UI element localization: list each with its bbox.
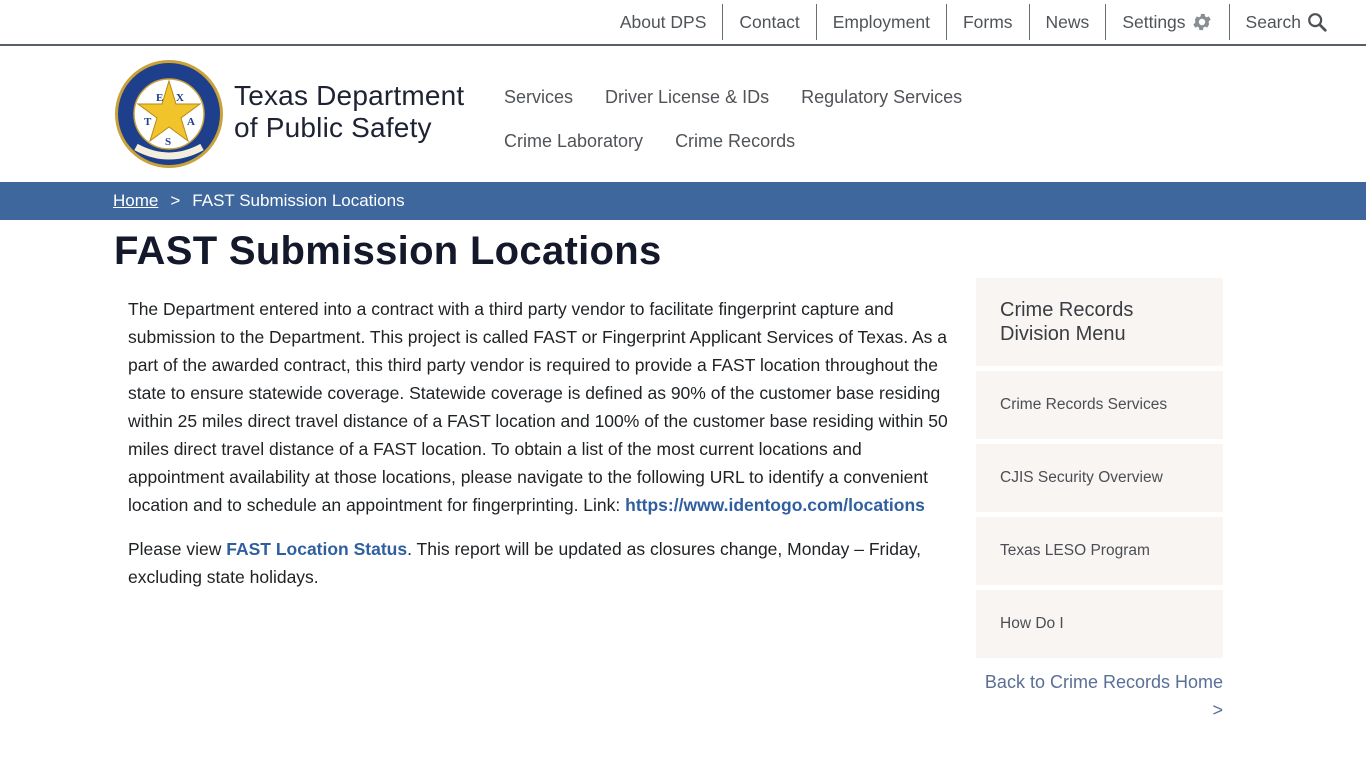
utility-link-forms[interactable]: Forms: [945, 4, 1029, 40]
utility-bar: About DPS Contact Employment Forms News …: [0, 0, 1366, 46]
search-button[interactable]: Search: [1228, 4, 1344, 40]
site-name-line2: of Public Safety: [234, 112, 432, 143]
status-paragraph: Please view FAST Location Status. This r…: [128, 535, 958, 591]
search-icon: [1306, 11, 1328, 33]
seal-letter: E: [156, 92, 163, 104]
intro-text: The Department entered into a contract w…: [128, 299, 948, 515]
breadcrumb-current: FAST Submission Locations: [192, 191, 405, 210]
utility-nav: About DPS Contact Employment Forms News …: [604, 4, 1344, 40]
settings-button[interactable]: Settings: [1105, 4, 1228, 40]
sidebar-item-how-do-i[interactable]: How Do I: [976, 590, 1223, 658]
status-prefix: Please view: [128, 539, 227, 559]
nav-item-services[interactable]: Services: [504, 84, 573, 128]
breadcrumb-home-link[interactable]: Home: [113, 191, 158, 211]
identogo-link[interactable]: https://www.identogo.com/locations: [625, 495, 925, 515]
nav-item-regulatory-services[interactable]: Regulatory Services: [801, 84, 962, 128]
site-name[interactable]: Texas Department of Public Safety: [234, 80, 464, 144]
seal-letter: A: [187, 116, 195, 128]
nav-item-crime-records[interactable]: Crime Records: [675, 128, 795, 172]
sidebar-item-crime-records-services[interactable]: Crime Records Services: [976, 371, 1223, 439]
sidebar-item-cjis-security[interactable]: CJIS Security Overview: [976, 444, 1223, 512]
dps-seal-logo[interactable]: E X T A S: [114, 59, 224, 169]
gear-icon: [1191, 11, 1213, 33]
breadcrumb-separator: >: [170, 191, 181, 210]
intro-paragraph: The Department entered into a contract w…: [128, 295, 958, 519]
division-sidebar: Crime Records Division Menu Crime Record…: [976, 278, 1223, 724]
fast-location-status-link[interactable]: FAST Location Status: [226, 539, 407, 559]
utility-link-news[interactable]: News: [1028, 4, 1106, 40]
utility-link-label: Forms: [962, 11, 1013, 32]
utility-link-label: News: [1045, 11, 1090, 32]
back-to-crime-records-link[interactable]: Back to Crime Records Home >: [976, 668, 1223, 724]
sidebar-item-texas-leso[interactable]: Texas LESO Program: [976, 517, 1223, 585]
main-nav: Services Driver License & IDs Regulatory…: [504, 84, 1164, 172]
seal-letter: S: [165, 136, 171, 148]
site-header: E X T A S Texas Department of Public Saf…: [0, 46, 1366, 182]
settings-label: Settings: [1122, 11, 1186, 32]
nav-item-crime-laboratory[interactable]: Crime Laboratory: [504, 128, 643, 172]
site-name-line1: Texas Department: [234, 80, 465, 111]
utility-link-label: Employment: [832, 11, 930, 32]
utility-link-contact[interactable]: Contact: [722, 4, 815, 40]
utility-link-label: About DPS: [619, 11, 707, 32]
search-label: Search: [1245, 11, 1301, 32]
utility-link-employment[interactable]: Employment: [815, 4, 946, 40]
sidebar-heading: Crime Records Division Menu: [976, 278, 1223, 366]
main-content: The Department entered into a contract w…: [128, 295, 958, 607]
seal-letter: T: [144, 116, 152, 128]
utility-link-about[interactable]: About DPS: [604, 4, 723, 40]
breadcrumb: Home > FAST Submission Locations: [0, 182, 1366, 220]
nav-item-driver-license[interactable]: Driver License & IDs: [605, 84, 769, 128]
utility-link-label: Contact: [739, 11, 800, 32]
seal-letter: X: [176, 92, 184, 104]
page-title: FAST Submission Locations: [114, 229, 662, 273]
